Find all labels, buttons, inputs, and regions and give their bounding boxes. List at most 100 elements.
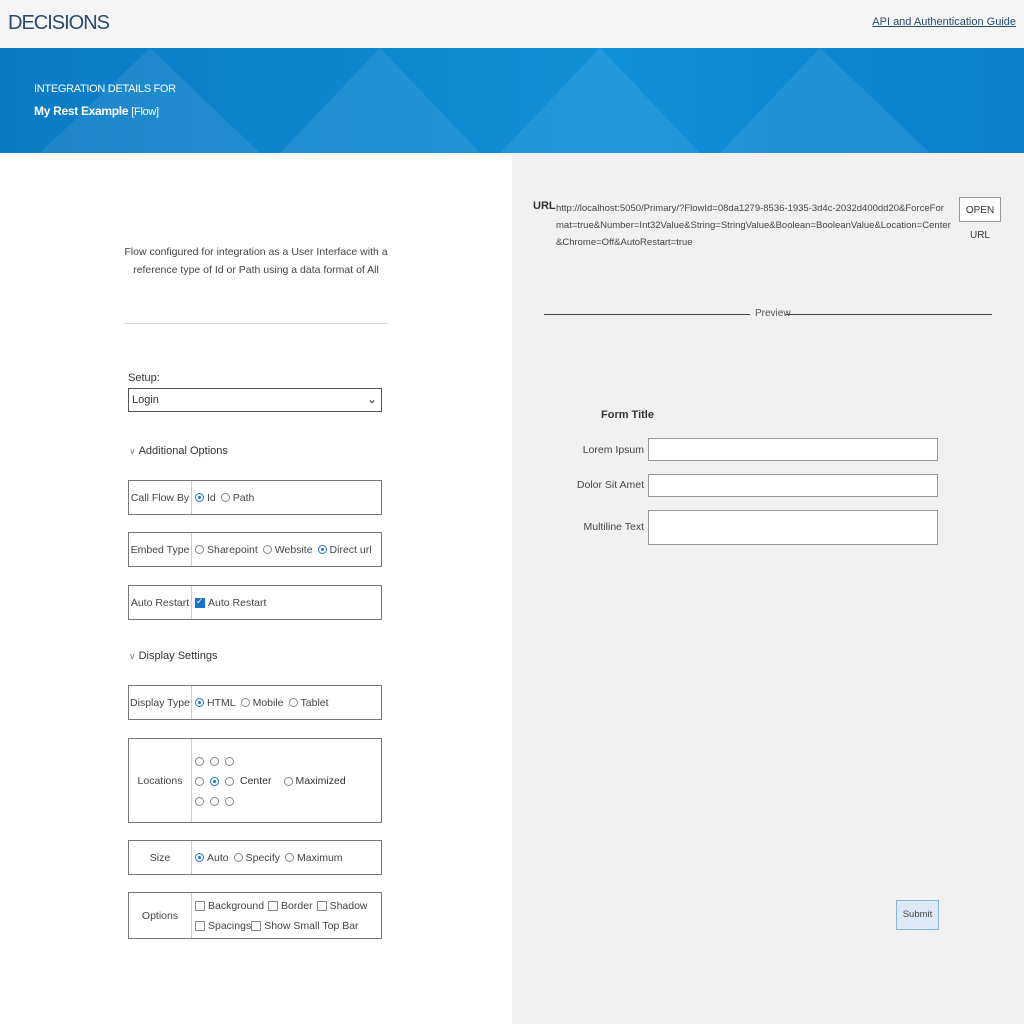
checkbox-icon <box>195 920 205 931</box>
checkbox-icon <box>316 900 327 911</box>
display-type-row: Display Type HTML Mobile Tablet <box>128 685 382 720</box>
banner-title: My Rest Example [Flow] <box>34 104 159 118</box>
center-label: Center <box>240 775 272 787</box>
location-center-radio[interactable] <box>210 776 219 786</box>
checkbox-label: Border <box>281 899 313 912</box>
embed-type-label: Embed Type <box>129 533 192 566</box>
call-flow-by-label: Call Flow By <box>129 481 192 514</box>
background-checkbox[interactable]: Background <box>195 896 264 916</box>
form-title: Form Title <box>601 409 654 421</box>
radio-icon <box>220 493 230 502</box>
setup-select[interactable]: Login ⌄ <box>128 388 382 412</box>
location-middle-left-radio[interactable] <box>195 776 204 786</box>
location-middle-right-radio[interactable] <box>225 776 234 786</box>
location-maximized-radio[interactable] <box>283 776 293 786</box>
locations-label: Locations <box>129 739 192 822</box>
multiline-text-area[interactable] <box>648 510 938 545</box>
setup-selected-value: Login <box>132 394 159 406</box>
display-html-radio[interactable]: HTML <box>195 697 236 709</box>
display-tablet-radio[interactable]: Tablet <box>288 696 329 709</box>
checkbox-label: Auto Restart <box>208 596 267 609</box>
auto-restart-checkbox[interactable]: Auto Restart <box>195 596 267 609</box>
app-logo: DECISIONS <box>8 12 110 34</box>
border-checkbox[interactable]: Border <box>268 896 313 916</box>
integration-url: http://localhost:5050/Primary/?FlowId=08… <box>556 203 951 248</box>
size-label: Size <box>129 841 192 874</box>
embed-type-row: Embed Type Sharepoint Website Direct url <box>128 532 382 567</box>
banner-subtitle: INTEGRATION DETAILS FOR <box>34 83 176 95</box>
radio-label: Tablet <box>300 696 329 709</box>
dolor-sit-amet-input[interactable] <box>648 474 938 497</box>
radio-label: Direct url <box>329 543 372 556</box>
radio-selected-icon <box>317 545 327 554</box>
display-settings-label: Display Settings <box>138 650 218 662</box>
submit-button[interactable]: Submit <box>896 900 939 930</box>
radio-icon <box>262 545 272 554</box>
api-guide-link[interactable]: API and Authentication Guide <box>872 16 1016 28</box>
location-bottom-left-radio[interactable] <box>195 796 204 806</box>
radio-icon <box>240 698 250 707</box>
chevron-down-icon: ∨ <box>129 446 136 456</box>
call-flow-by-path-radio[interactable]: Path <box>220 491 255 504</box>
auto-restart-row: Auto Restart Auto Restart <box>128 585 382 620</box>
chevron-down-icon: ⌄ <box>366 392 377 406</box>
radio-selected-icon <box>195 853 204 862</box>
additional-options-toggle[interactable]: ∨ Additional Options <box>129 445 228 457</box>
radio-label: Path <box>232 491 255 504</box>
checkbox-label: Spacings <box>208 919 252 932</box>
locations-row: Locations Center Maximized <box>128 738 382 823</box>
radio-label: Id <box>207 491 216 504</box>
lorem-ipsum-input[interactable] <box>648 438 938 461</box>
display-settings-toggle[interactable]: ∨ Display Settings <box>129 650 217 662</box>
location-top-left-radio[interactable] <box>195 756 204 766</box>
options-row: Options Background Border Shadow Spacing… <box>128 892 382 939</box>
embed-direct-url-radio[interactable]: Direct url <box>317 543 372 556</box>
banner-pattern <box>40 48 930 153</box>
embed-sharepoint-radio[interactable]: Sharepoint <box>195 544 258 556</box>
radio-icon <box>285 853 295 862</box>
size-auto-radio[interactable]: Auto <box>195 852 229 864</box>
preview-divider-left <box>544 314 750 315</box>
display-type-label: Display Type <box>129 686 192 719</box>
top-bar: DECISIONS API and Authentication Guide <box>0 0 1024 48</box>
show-small-top-bar-checkbox[interactable]: Show Small Top Bar <box>251 916 359 936</box>
radio-icon <box>195 545 204 554</box>
checkbox-checked-icon <box>195 596 205 608</box>
flow-name: My Rest Example <box>34 104 129 118</box>
options-label: Options <box>129 893 192 938</box>
integration-banner: INTEGRATION DETAILS FOR My Rest Example … <box>0 48 1024 153</box>
size-specify-radio[interactable]: Specify <box>233 852 280 864</box>
dolor-sit-amet-label: Dolor Sit Amet <box>576 479 644 491</box>
radio-icon <box>233 853 243 862</box>
setup-label: Setup: <box>128 372 160 384</box>
radio-label: Auto <box>207 851 229 864</box>
divider <box>124 323 388 324</box>
checkbox-icon <box>195 900 205 911</box>
chevron-down-icon: ∨ <box>129 651 136 661</box>
size-maximum-radio[interactable]: Maximum <box>285 852 343 864</box>
maximized-label: Maximized <box>295 775 346 787</box>
location-grid: Center Maximized <box>195 751 346 811</box>
location-top-center-radio[interactable] <box>210 756 219 766</box>
multiline-text-label: Multiline Text <box>583 521 645 533</box>
preview-panel <box>512 153 1024 1024</box>
url-label: URL <box>533 200 556 212</box>
embed-website-radio[interactable]: Website <box>262 543 313 556</box>
additional-options-label: Additional Options <box>138 445 228 457</box>
radio-label: Mobile <box>252 696 284 709</box>
radio-label: Website <box>274 543 313 556</box>
display-mobile-radio[interactable]: Mobile <box>240 696 284 709</box>
radio-icon <box>288 698 298 707</box>
checkbox-label: Show Small Top Bar <box>264 919 359 932</box>
flow-type: [Flow] <box>131 106 159 118</box>
radio-selected-icon <box>195 698 204 707</box>
checkbox-icon <box>251 920 262 931</box>
open-url-button[interactable]: OPEN URL <box>959 197 1001 241</box>
call-flow-by-id-radio[interactable]: Id <box>195 492 216 504</box>
location-bottom-center-radio[interactable] <box>210 796 219 806</box>
spacings-checkbox[interactable]: Spacings <box>195 916 251 936</box>
location-bottom-right-radio[interactable] <box>225 796 234 806</box>
location-top-right-radio[interactable] <box>225 756 234 766</box>
radio-label: Sharepoint <box>207 543 258 556</box>
shadow-checkbox[interactable]: Shadow <box>316 896 368 916</box>
